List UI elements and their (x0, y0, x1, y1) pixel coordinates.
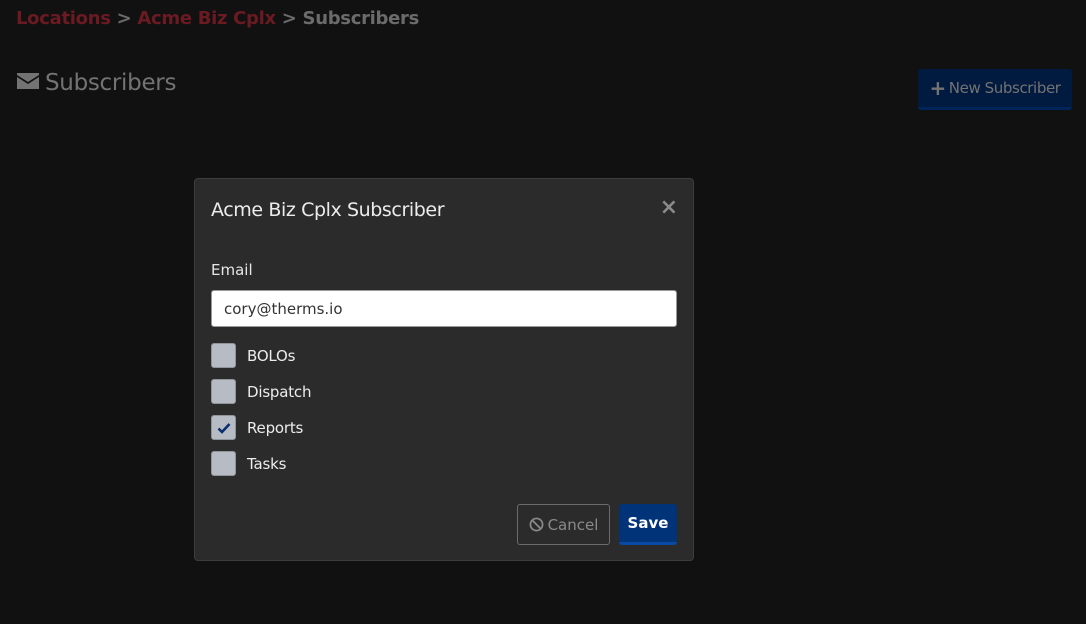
checkmark-icon (217, 422, 230, 434)
email-field[interactable] (211, 290, 677, 327)
checkbox-dispatch[interactable]: Dispatch (211, 379, 311, 404)
checkbox-bolos[interactable]: BOLOs (211, 343, 295, 368)
cancel-label: Cancel (547, 515, 599, 534)
cancel-button[interactable]: Cancel (517, 504, 610, 545)
checkbox-box[interactable] (211, 451, 236, 476)
checkbox-box[interactable] (211, 415, 236, 440)
breadcrumb-current: Subscribers (302, 8, 420, 29)
breadcrumb: Locations > Acme Biz Cplx > Subscribers (16, 8, 419, 29)
new-subscriber-button[interactable]: + New Subscriber (918, 69, 1072, 110)
ban-icon (529, 517, 544, 532)
modal-title: Acme Biz Cplx Subscriber (211, 199, 445, 221)
save-button[interactable]: Save (619, 504, 677, 545)
checkbox-label: Tasks (247, 454, 287, 473)
new-subscriber-label: New Subscriber (948, 79, 1061, 97)
checkbox-box[interactable] (211, 379, 236, 404)
subscriber-modal: Acme Biz Cplx Subscriber × Email BOLOs D… (194, 178, 694, 561)
envelope-icon (16, 70, 40, 96)
page-title-text: Subscribers (45, 70, 177, 96)
close-icon[interactable]: × (660, 197, 678, 219)
checkbox-box[interactable] (211, 343, 236, 368)
breadcrumb-separator: > (281, 8, 297, 29)
page-title: Subscribers (16, 70, 176, 96)
checkbox-tasks[interactable]: Tasks (211, 451, 286, 476)
checkbox-label: Reports (247, 418, 304, 437)
plus-icon: + (929, 76, 946, 100)
checkbox-label: Dispatch (247, 382, 312, 401)
checkbox-label: BOLOs (247, 346, 296, 365)
checkbox-reports[interactable]: Reports (211, 415, 303, 440)
breadcrumb-locations-link[interactable]: Locations (16, 8, 111, 29)
email-label: Email (211, 261, 253, 279)
breadcrumb-separator: > (116, 8, 132, 29)
breadcrumb-location-link[interactable]: Acme Biz Cplx (137, 8, 276, 29)
